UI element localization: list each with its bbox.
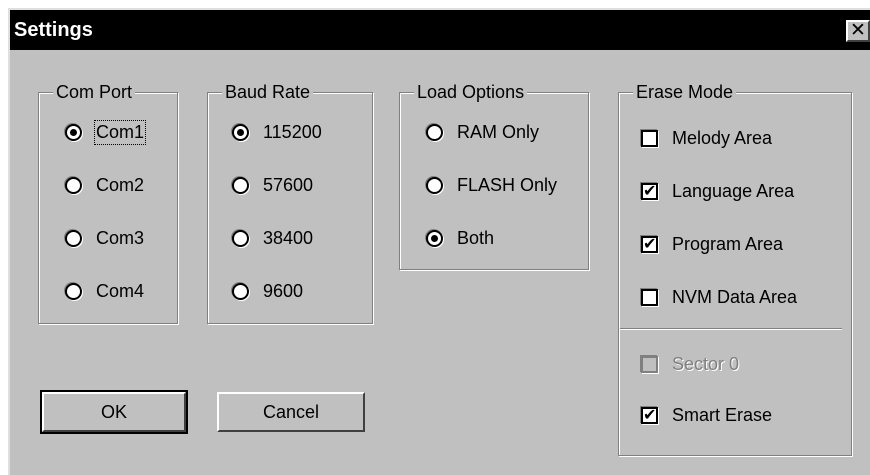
radio-button-com1[interactable] (65, 123, 82, 141)
radio-button-baud-38400[interactable] (232, 229, 249, 247)
radio-baud-9600[interactable]: 9600 (232, 276, 303, 306)
checkbox-box-language-area[interactable]: ✔ (641, 182, 658, 200)
radio-com4[interactable]: Com4 (65, 276, 144, 306)
radio-label-com3: Com3 (96, 227, 145, 248)
erase-mode-group: Erase Mode Melody Area ✔ Language Area ✔… (618, 81, 852, 456)
load-options-group-title: Load Options (414, 81, 528, 103)
ok-button[interactable]: OK (40, 390, 188, 434)
radio-label-flash-only: FLASH Only (457, 174, 558, 195)
radio-button-ram-only[interactable] (426, 123, 443, 141)
radio-baud-38400[interactable]: 38400 (232, 223, 313, 253)
radio-label-com4: Com4 (96, 280, 145, 301)
radio-label-com1: Com1 (93, 119, 147, 145)
com-port-group: Com Port Com1 Com2 Com3 Com4 (38, 81, 178, 324)
checkbox-box-nvm-data-area[interactable] (641, 288, 658, 306)
checkbox-nvm-data-area[interactable]: NVM Data Area (641, 282, 797, 312)
cancel-button[interactable]: Cancel (217, 392, 365, 432)
baud-rate-group: Baud Rate 115200 57600 38400 9600 (207, 81, 373, 324)
radio-label-baud-115200: 115200 (263, 121, 322, 142)
settings-dialog: Settings ✕ Com Port Com1 Com2 Com3 Com4 … (8, 8, 870, 475)
radio-button-com2[interactable] (65, 176, 82, 194)
radio-button-flash-only[interactable] (426, 176, 443, 194)
com-port-group-title: Com Port (53, 81, 136, 103)
checkbox-label-melody-area: Melody Area (672, 127, 773, 148)
checkbox-box-smart-erase[interactable]: ✔ (641, 406, 658, 424)
radio-label-both: Both (457, 227, 495, 248)
radio-com2[interactable]: Com2 (65, 170, 144, 200)
radio-label-com2: Com2 (96, 174, 145, 195)
radio-button-baud-57600[interactable] (232, 176, 249, 194)
dialog-title: Settings (14, 19, 93, 41)
checkbox-language-area[interactable]: ✔ Language Area (641, 176, 794, 206)
checkbox-sector-0: Sector 0 (641, 349, 739, 379)
checkbox-label-nvm-data-area: NVM Data Area (672, 286, 798, 307)
radio-baud-115200[interactable]: 115200 (232, 117, 322, 147)
erase-mode-group-title: Erase Mode (633, 81, 737, 103)
checkbox-label-language-area: Language Area (672, 180, 795, 201)
checkbox-label-sector-0: Sector 0 (672, 353, 740, 374)
checkbox-label-program-area: Program Area (672, 233, 784, 254)
radio-ram-only[interactable]: RAM Only (426, 117, 539, 147)
radio-com3[interactable]: Com3 (65, 223, 144, 253)
title-bar[interactable]: Settings ✕ (10, 10, 870, 50)
radio-flash-only[interactable]: FLASH Only (426, 170, 557, 200)
baud-rate-group-title: Baud Rate (222, 81, 314, 103)
erase-mode-separator (620, 328, 842, 330)
radio-baud-57600[interactable]: 57600 (232, 170, 313, 200)
radio-button-com3[interactable] (65, 229, 82, 247)
checkbox-box-sector-0 (641, 355, 658, 373)
radio-button-baud-115200[interactable] (232, 123, 249, 141)
checkbox-label-smart-erase: Smart Erase (672, 404, 773, 425)
radio-button-both[interactable] (426, 229, 443, 247)
radio-button-com4[interactable] (65, 282, 82, 300)
radio-both[interactable]: Both (426, 223, 494, 253)
radio-button-baud-9600[interactable] (232, 282, 249, 300)
load-options-group: Load Options RAM Only FLASH Only Both (399, 81, 589, 270)
radio-label-baud-9600: 9600 (263, 280, 304, 301)
radio-label-baud-57600: 57600 (263, 174, 314, 195)
radio-label-ram-only: RAM Only (457, 121, 540, 142)
checkbox-melody-area[interactable]: Melody Area (641, 123, 772, 153)
checkbox-box-program-area[interactable]: ✔ (641, 235, 658, 253)
radio-com1[interactable]: Com1 (65, 117, 147, 147)
checkbox-box-melody-area[interactable] (641, 129, 658, 147)
radio-label-baud-38400: 38400 (263, 227, 314, 248)
close-icon[interactable]: ✕ (846, 20, 870, 42)
checkbox-program-area[interactable]: ✔ Program Area (641, 229, 783, 259)
checkbox-smart-erase[interactable]: ✔ Smart Erase (641, 400, 772, 430)
